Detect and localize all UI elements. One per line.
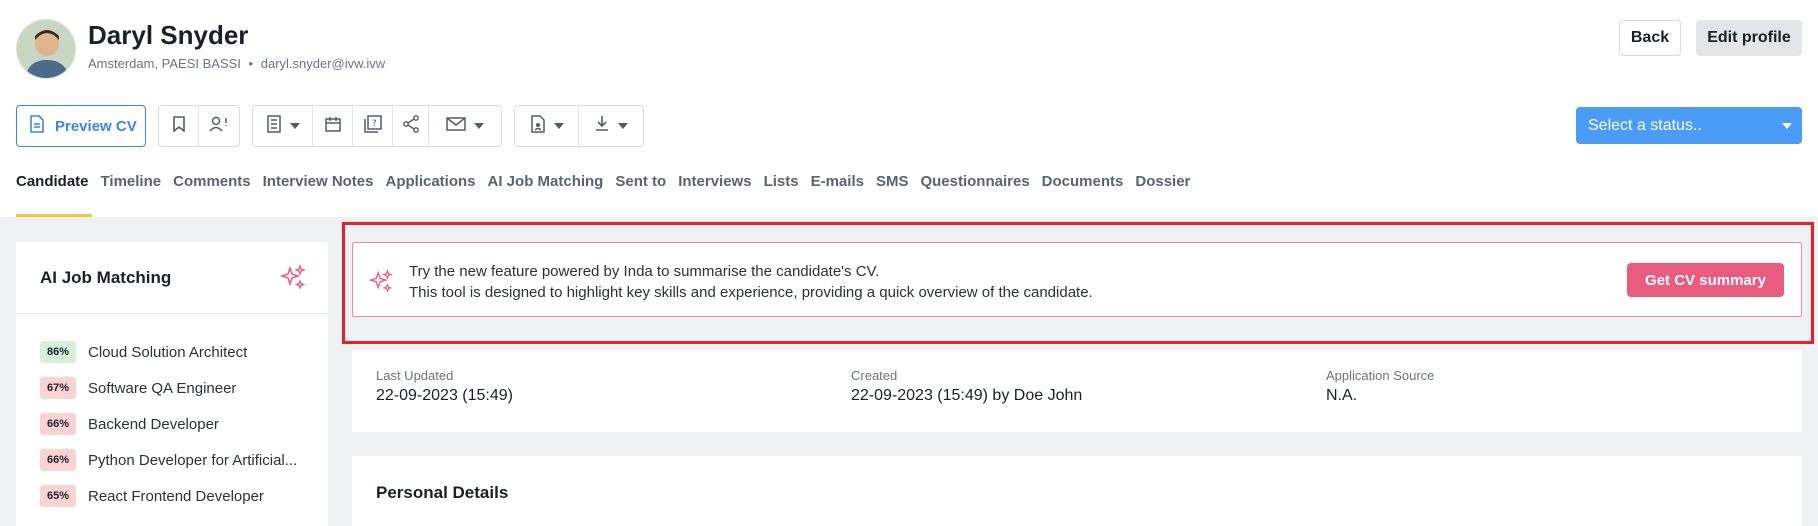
document-dropdown[interactable] bbox=[515, 106, 579, 146]
status-select-label: Select a status.. bbox=[1588, 116, 1702, 134]
application-source-value: N.A. bbox=[1326, 387, 1358, 404]
person-alert-icon bbox=[209, 116, 229, 137]
personal-details-title: Personal Details bbox=[376, 483, 509, 502]
tab-emails[interactable]: E-mails bbox=[811, 173, 864, 190]
tab-lists[interactable]: Lists bbox=[764, 173, 799, 190]
tab-dossier[interactable]: Dossier bbox=[1135, 173, 1190, 190]
chevron-down-icon bbox=[1782, 123, 1792, 129]
avatar bbox=[16, 19, 76, 79]
notes-dropdown[interactable] bbox=[253, 106, 313, 146]
job-title: Backend Developer bbox=[88, 415, 219, 433]
job-title: React Frontend Developer bbox=[88, 487, 264, 505]
tab-timeline[interactable]: Timeline bbox=[101, 173, 162, 190]
sparkle-icon bbox=[368, 268, 394, 298]
chevron-down-icon bbox=[618, 123, 628, 129]
match-score-badge: 67% bbox=[40, 377, 76, 399]
chevron-down-icon bbox=[474, 123, 484, 129]
created-value: 22-09-2023 (15:49) by Doe John bbox=[851, 387, 1083, 404]
toolbar-group-export bbox=[514, 105, 644, 147]
tab-candidate[interactable]: Candidate bbox=[16, 173, 89, 190]
calendar-icon bbox=[324, 116, 341, 137]
preview-cv-label: Preview CV bbox=[55, 117, 137, 135]
calendar-button[interactable] bbox=[313, 106, 353, 146]
list-item[interactable]: 86% Cloud Solution Architect bbox=[40, 334, 297, 370]
get-cv-summary-button[interactable]: Get CV summary bbox=[1627, 263, 1784, 297]
tab-sent-to[interactable]: Sent to bbox=[615, 173, 666, 190]
download-dropdown[interactable] bbox=[579, 106, 643, 146]
document-icon bbox=[29, 115, 45, 137]
last-updated-label: Last Updated bbox=[376, 368, 454, 383]
questionnaire-button[interactable]: ? bbox=[353, 106, 393, 146]
document-icon bbox=[530, 114, 546, 138]
svg-text:?: ? bbox=[372, 119, 377, 129]
ai-job-matching-title: AI Job Matching bbox=[40, 268, 172, 287]
share-button[interactable] bbox=[393, 106, 429, 146]
candidate-location: Amsterdam, PAESI BASSI bbox=[88, 56, 241, 71]
toolbar-group-bookmark bbox=[158, 105, 240, 147]
mail-dropdown[interactable] bbox=[429, 106, 501, 146]
candidate-subtitle: Amsterdam, PAESI BASSI • daryl.snyder@iv… bbox=[88, 56, 385, 71]
tab-comments[interactable]: Comments bbox=[173, 173, 251, 190]
tab-questionnaires[interactable]: Questionnaires bbox=[920, 173, 1029, 190]
tab-interview-notes[interactable]: Interview Notes bbox=[263, 173, 374, 190]
share-icon bbox=[402, 114, 420, 138]
notes-icon bbox=[266, 114, 282, 138]
banner-text: Try the new feature powered by Inda to s… bbox=[409, 261, 1093, 303]
tab-sms[interactable]: SMS bbox=[876, 173, 909, 190]
back-button[interactable]: Back bbox=[1619, 20, 1681, 56]
tab-interviews[interactable]: Interviews bbox=[678, 173, 751, 190]
chevron-down-icon bbox=[289, 123, 300, 129]
separator-dot: • bbox=[248, 56, 254, 71]
divider bbox=[16, 313, 328, 314]
match-score-badge: 66% bbox=[40, 413, 76, 435]
toolbar-group-actions: ? bbox=[252, 105, 502, 147]
last-updated: Last Updated 22-09-2023 (15:49) bbox=[376, 368, 513, 405]
job-title: Python Developer for Artificial... bbox=[88, 451, 298, 469]
mail-icon bbox=[446, 116, 466, 136]
application-source: Application Source N.A. bbox=[1326, 368, 1434, 405]
last-updated-value: 22-09-2023 (15:49) bbox=[376, 387, 513, 404]
match-score-badge: 65% bbox=[40, 485, 76, 507]
profile-header: Daryl Snyder Amsterdam, PAESI BASSI • da… bbox=[0, 0, 1818, 90]
personal-details-card: Personal Details bbox=[352, 456, 1802, 526]
chevron-down-icon bbox=[553, 123, 564, 129]
bookmark-icon bbox=[172, 115, 186, 137]
profile-tabs: Candidate Timeline Comments Interview No… bbox=[16, 173, 1202, 190]
list-item[interactable]: 66% Backend Developer bbox=[40, 406, 297, 442]
application-source-label: Application Source bbox=[1326, 368, 1435, 383]
created: Created 22-09-2023 (15:49) by Doe John bbox=[851, 368, 1082, 405]
bookmark-button[interactable] bbox=[159, 106, 199, 146]
question-doc-icon: ? bbox=[363, 114, 382, 138]
list-item[interactable]: 65% React Frontend Developer bbox=[40, 478, 297, 514]
candidate-name: Daryl Snyder bbox=[88, 20, 249, 50]
cv-summary-banner: Try the new feature powered by Inda to s… bbox=[352, 242, 1802, 317]
person-alert-button[interactable] bbox=[199, 106, 239, 146]
job-title: Cloud Solution Architect bbox=[88, 343, 248, 361]
preview-cv-button[interactable]: Preview CV bbox=[16, 105, 146, 147]
download-icon bbox=[594, 115, 610, 138]
status-select[interactable]: Select a status.. bbox=[1576, 107, 1802, 144]
sparkle-icon bbox=[279, 263, 307, 295]
match-score-badge: 66% bbox=[40, 449, 76, 471]
created-label: Created bbox=[851, 368, 898, 383]
tab-documents[interactable]: Documents bbox=[1042, 173, 1124, 190]
job-title: Software QA Engineer bbox=[88, 379, 237, 397]
banner-line-1: Try the new feature powered by Inda to s… bbox=[409, 263, 880, 280]
ai-job-matching-card: AI Job Matching 86% Cloud Solution Archi… bbox=[16, 242, 328, 526]
list-item[interactable]: 66% Python Developer for Artificial... bbox=[40, 442, 297, 478]
tab-ai-job-matching[interactable]: AI Job Matching bbox=[488, 173, 604, 190]
match-score-badge: 86% bbox=[40, 341, 76, 363]
candidate-email: daryl.snyder@ivw.ivw bbox=[260, 56, 386, 71]
ai-job-matching-list: 86% Cloud Solution Architect 67% Softwar… bbox=[40, 334, 297, 514]
list-item[interactable]: 67% Software QA Engineer bbox=[40, 370, 297, 406]
edit-profile-button[interactable]: Edit profile bbox=[1696, 20, 1802, 56]
candidate-meta-card: Last Updated 22-09-2023 (15:49) Created … bbox=[352, 350, 1802, 432]
tab-applications[interactable]: Applications bbox=[386, 173, 476, 190]
banner-line-2: This tool is designed to highlight key s… bbox=[409, 284, 1093, 301]
